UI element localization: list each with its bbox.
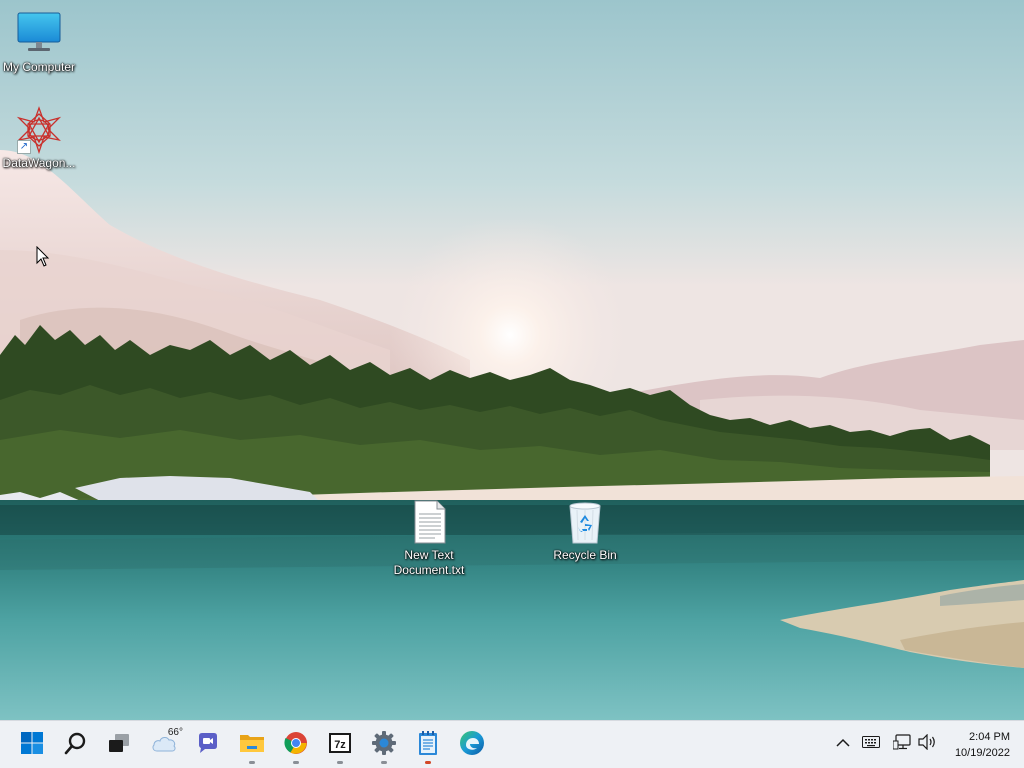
weather-widget-button[interactable]: 66° (144, 725, 184, 765)
monitor-icon (15, 10, 63, 58)
taskbar: 66° 7z 2:04 PM 10/19/2022 (0, 720, 1024, 768)
clock-button[interactable]: 2:04 PM 10/19/2022 (940, 729, 1010, 761)
desktop-icon-label: DataWagon... (2, 156, 76, 170)
weather-temperature: 66° (167, 727, 183, 738)
datawagon-star-icon: ↗ (15, 106, 63, 155)
clock-time: 2:04 PM (969, 731, 1010, 743)
windows-logo-icon (20, 731, 44, 760)
chat-icon (196, 731, 220, 760)
edge-icon (459, 730, 485, 761)
search-icon (64, 731, 88, 760)
task-view-button[interactable] (99, 725, 139, 765)
notepad-icon (417, 730, 439, 761)
7zip-icon: 7z (328, 731, 352, 760)
running-indicator (381, 761, 387, 764)
notepad-button[interactable] (408, 725, 448, 765)
clock-date: 10/19/2022 (954, 747, 1010, 759)
shortcut-arrow-icon: ↗ (17, 140, 31, 154)
recycle-bin-icon (561, 498, 609, 546)
desktop-icon-label: My Computer (2, 60, 76, 74)
text-file-icon (405, 498, 453, 546)
chat-button[interactable] (188, 725, 228, 765)
input-indicator-button[interactable] (860, 733, 882, 755)
gear-icon (371, 730, 397, 761)
desktop-icon-datawagon[interactable]: ↗ DataWagon... (0, 106, 79, 171)
desktop-icon-label: New Text Document.txt (393, 548, 465, 577)
7zip-button[interactable]: 7z (320, 725, 360, 765)
edge-button[interactable] (452, 725, 492, 765)
desktop-icon-recycle-bin[interactable]: Recycle Bin (545, 498, 625, 563)
file-explorer-button[interactable] (232, 725, 272, 765)
network-icon (892, 733, 911, 755)
keyboard-icon (862, 735, 880, 753)
volume-button[interactable] (916, 733, 938, 755)
desktop-icon-new-text-document[interactable]: New Text Document.txt (389, 498, 469, 578)
desktop-icon-label: Recycle Bin (553, 548, 617, 562)
speaker-icon (917, 733, 937, 755)
running-indicator-active (425, 761, 431, 764)
show-hidden-icons-button[interactable] (832, 733, 854, 755)
search-button[interactable] (56, 725, 96, 765)
task-view-icon (107, 731, 131, 760)
desktop-wallpaper (0, 0, 1024, 720)
mouse-pointer-icon (36, 245, 50, 268)
chevron-up-icon (836, 735, 850, 753)
chrome-icon (284, 731, 308, 760)
folder-icon (239, 732, 265, 759)
running-indicator (249, 761, 255, 764)
running-indicator (337, 761, 343, 764)
settings-button[interactable] (364, 725, 404, 765)
start-button[interactable] (12, 725, 52, 765)
svg-text:7z: 7z (334, 739, 346, 751)
network-button[interactable] (891, 733, 913, 755)
running-indicator (293, 761, 299, 764)
chrome-button[interactable] (276, 725, 316, 765)
desktop-icon-my-computer[interactable]: My Computer (0, 10, 79, 75)
